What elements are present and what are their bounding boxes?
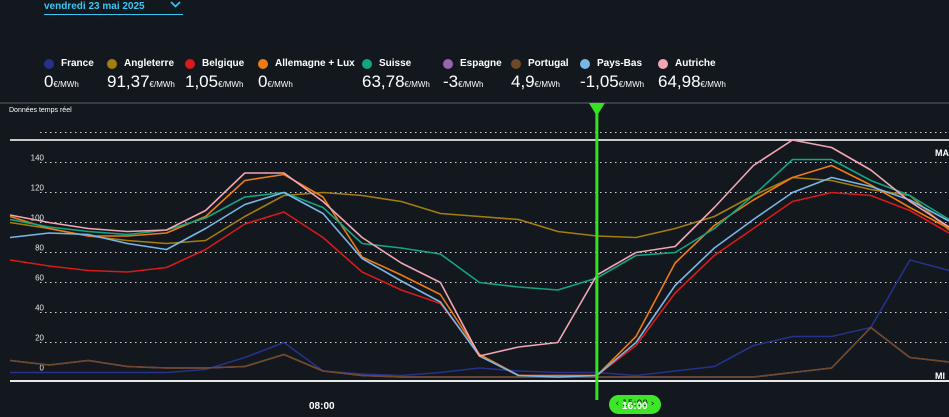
y-tick-label: 140: [31, 154, 45, 163]
series-line: [9, 176, 949, 378]
max-line-label: MA: [935, 148, 949, 158]
x-tick-label: 08:00: [309, 401, 335, 412]
y-tick-label: 20: [35, 334, 44, 343]
y-tick-label: 80: [35, 244, 44, 253]
series-line: [9, 191, 949, 377]
series-line: [9, 326, 949, 378]
x-tick-label: 16:00: [622, 401, 648, 412]
chevron-right-icon: ›: [650, 399, 655, 409]
y-tick-label: 40: [35, 304, 44, 313]
min-line-label: MI: [935, 371, 945, 381]
y-tick-label: 120: [31, 184, 45, 193]
y-tick-label: 60: [35, 274, 44, 283]
price-chart: 020406080100120140: [0, 102, 949, 400]
time-cursor-handle: [588, 103, 605, 116]
series-line: [10, 259, 949, 377]
series-line: [9, 164, 949, 377]
series-line: [9, 326, 949, 378]
chevron-left-icon: ‹: [615, 399, 620, 409]
